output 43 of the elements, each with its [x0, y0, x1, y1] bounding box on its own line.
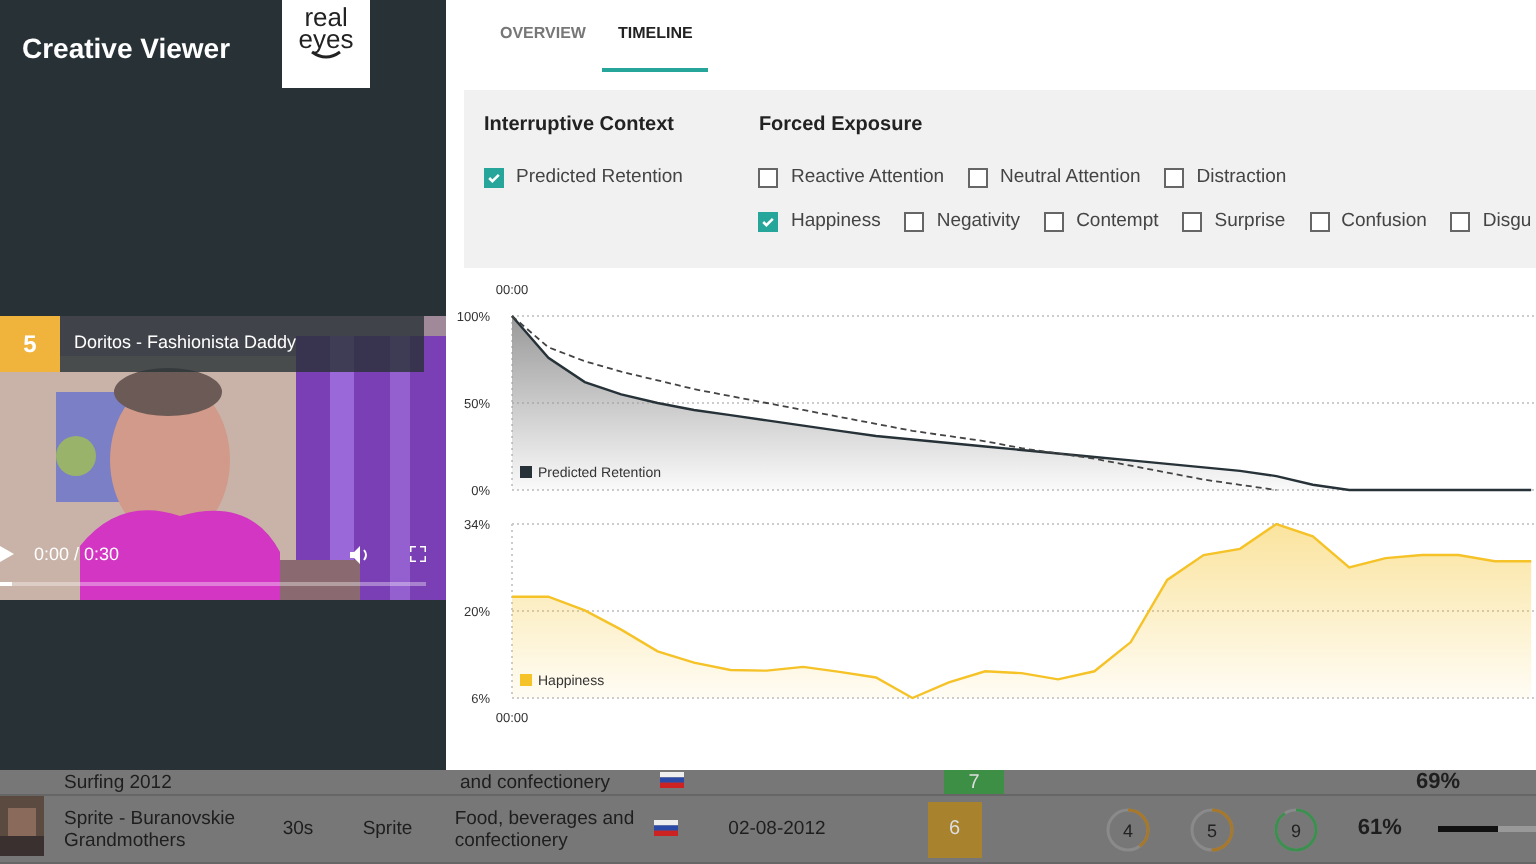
checkbox[interactable]: Happiness	[758, 210, 881, 234]
score-ring: 5	[1189, 807, 1234, 851]
table-cell-text: 02-08-2012	[728, 818, 828, 840]
logo-text: eyes	[298, 28, 354, 50]
checkbox[interactable]: Surprise	[1182, 210, 1286, 234]
filter-heading: Forced Exposure	[758, 112, 925, 140]
table-cell-text: and confectionery	[460, 771, 612, 793]
checkbox[interactable]: Negativity	[904, 210, 1021, 234]
score-ring: 9	[1273, 807, 1318, 851]
flag-icon	[660, 772, 684, 789]
legend-swatch	[520, 674, 532, 686]
filter-heading: Interruptive Context	[484, 112, 677, 140]
score-ring: 4	[1105, 807, 1149, 851]
tab[interactable]: TIMELINE	[601, 0, 709, 72]
check-icon	[486, 170, 502, 186]
percent-value: 69%	[1416, 771, 1463, 793]
volume-icon[interactable]	[350, 545, 370, 564]
check-icon	[760, 214, 777, 230]
score-badge: 6	[928, 801, 981, 857]
checkbox[interactable]: Predicted Retention	[484, 166, 683, 190]
table-cell-text: Sprite	[362, 818, 415, 840]
rank-badge: 5	[0, 316, 60, 372]
smile-icon	[310, 50, 343, 60]
tab[interactable]: OVERVIEW	[484, 0, 602, 72]
logo-text: real	[304, 6, 348, 28]
creative-title: Surfing 2012	[62, 771, 174, 793]
checkbox[interactable]: Reactive Attention	[758, 166, 945, 190]
checkbox[interactable]: Disgu	[1450, 210, 1532, 234]
checkbox[interactable]: Distraction	[1164, 166, 1287, 190]
flag-icon	[654, 819, 679, 836]
app-title: Creative Viewer	[20, 30, 231, 68]
creative-title: Sprite - Buranovskie Grandmothers	[62, 807, 238, 851]
percent-value: 61%	[1357, 818, 1404, 840]
table-cell-text: 30s	[282, 818, 316, 840]
score-badge: 7	[944, 770, 1004, 794]
fullscreen-icon[interactable]	[410, 546, 426, 563]
video-title: Doritos - Fashionista Daddy	[72, 330, 297, 357]
checkbox[interactable]: Confusion	[1309, 210, 1427, 234]
video-time: 0:00 / 0:30	[34, 541, 120, 567]
checkbox[interactable]: Contempt	[1044, 210, 1159, 234]
checkbox[interactable]: Neutral Attention	[968, 166, 1141, 190]
table-cell-text: Food, beverages and confectionery	[454, 807, 637, 851]
legend-swatch	[520, 466, 532, 478]
